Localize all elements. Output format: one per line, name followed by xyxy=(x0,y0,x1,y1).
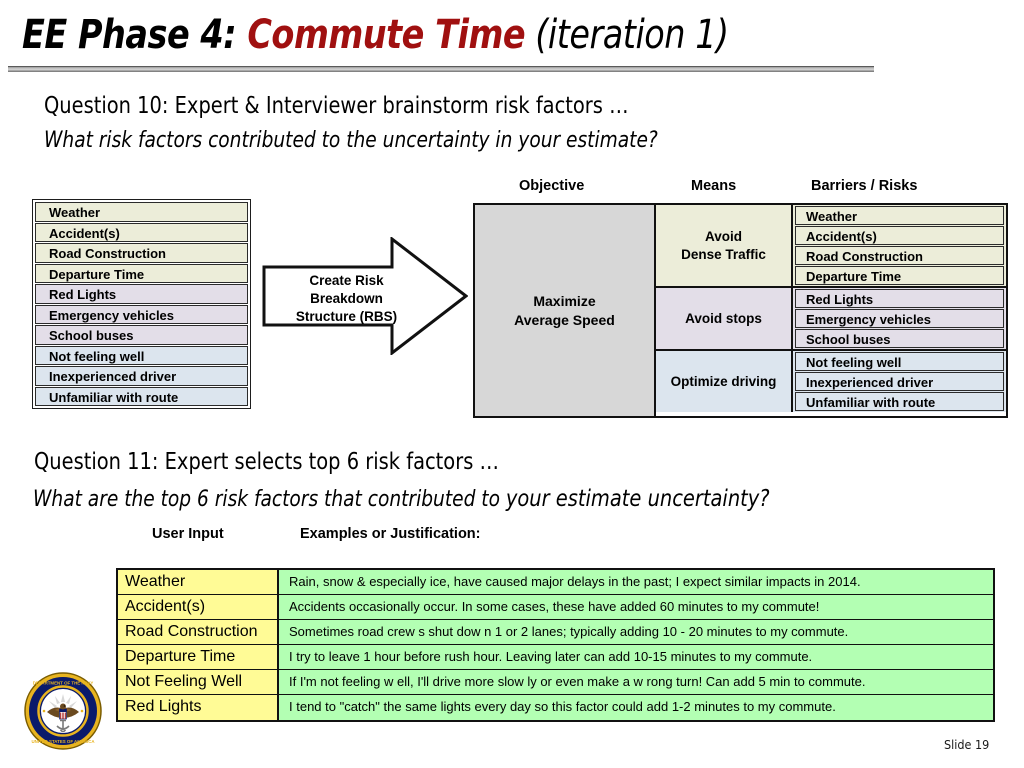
rbs-barrier-item: Accident(s) xyxy=(795,226,1004,245)
title-divider xyxy=(8,66,874,72)
question-11-heading: Question 11: Expert selects top 6 risk f… xyxy=(34,449,499,475)
table-row: Red Lights I tend to "catch" the same lig… xyxy=(118,695,993,720)
rbs-objective-cell: Maximize Average Speed xyxy=(475,205,656,416)
justification-text-cell: Accidents occasionally occur. In some ca… xyxy=(279,595,993,620)
risk-list-item: Unfamiliar with route xyxy=(35,386,248,406)
risk-list-item: Weather xyxy=(35,202,248,222)
question-11-subheading-plain: What are the top 6 risk factors that con… xyxy=(33,487,506,512)
rbs-objective-line-1: Maximize xyxy=(533,292,596,309)
top-risk-justification-table: Weather Rain, snow & especially ice, have… xyxy=(116,568,995,722)
justification-header-examples: Examples or Justification: xyxy=(300,526,481,542)
question-10-subheading: What risk factors contributed to the unc… xyxy=(44,128,658,153)
arrow-label-line-1: Create Risk xyxy=(309,273,384,288)
risk-breakdown-structure-table: Maximize Average Speed Avoid Dense Traffi… xyxy=(473,203,1008,418)
table-row: Weather Rain, snow & especially ice, have… xyxy=(118,570,993,595)
justification-factor-cell: Not Feeling Well xyxy=(118,670,279,695)
rbs-means-line-1: Avoid stops xyxy=(685,310,762,326)
rbs-barriers-cell: Weather Accident(s) Road Construction Depar… xyxy=(793,205,1006,286)
rbs-objective-line-2: Average Speed xyxy=(514,311,615,328)
rbs-group: Avoid Dense Traffic Weather Accident(s) Road… xyxy=(656,205,1006,288)
rbs-means-line-1: Avoid xyxy=(704,228,742,244)
justification-text-cell: Rain, snow & especially ice, have caused… xyxy=(279,570,993,595)
justification-text-cell: I try to leave 1 hour before rush hour. … xyxy=(279,645,993,670)
table-row: Accident(s) Accidents occasionally occur.… xyxy=(118,595,993,620)
title-prefix: EE Phase 4: xyxy=(22,12,248,58)
rbs-barrier-item: Departure Time xyxy=(795,266,1004,285)
slide-title-bar: EE Phase 4: Commute Time (iteration 1) xyxy=(0,0,1024,76)
rbs-barrier-item: Emergency vehicles xyxy=(795,309,1004,328)
justification-factor-cell: Weather xyxy=(118,570,279,595)
title-suffix: (iteration 1) xyxy=(525,12,729,58)
rbs-means-cell: Avoid stops xyxy=(656,288,793,349)
table-row: Not Feeling Well If I'm not feeling w ell… xyxy=(118,670,993,695)
risk-list-item: Red Lights xyxy=(35,284,248,304)
justification-factor-cell: Departure Time xyxy=(118,645,279,670)
justification-text-cell: Sometimes road crew s shut dow n 1 or 2 … xyxy=(279,620,993,645)
rbs-barrier-item: Not feeling well xyxy=(795,352,1004,371)
justification-header-user-input: User Input xyxy=(152,526,224,542)
title-accent: Commute Time xyxy=(247,12,526,58)
rbs-group: Optimize driving Not feeling well Inexperi… xyxy=(656,351,1006,412)
svg-text:DEPARTMENT OF THE NAVY: DEPARTMENT OF THE NAVY xyxy=(33,681,94,686)
svg-text:UNITED STATES OF AMERICA: UNITED STATES OF AMERICA xyxy=(31,739,95,744)
risk-list-item: Departure Time xyxy=(35,263,248,283)
rbs-means-cell: Avoid Dense Traffic xyxy=(656,205,793,286)
rbs-means-line-1: Optimize driving xyxy=(670,373,777,389)
rbs-barrier-item: Road Construction xyxy=(795,246,1004,265)
justification-factor-cell: Road Construction xyxy=(118,620,279,645)
rbs-barrier-item: Weather xyxy=(795,206,1004,225)
rbs-group: Avoid stops Red Lights Emergency vehicles S… xyxy=(656,288,1006,351)
rbs-groups-container: Avoid Dense Traffic Weather Accident(s) Road… xyxy=(656,205,1006,416)
risk-list-item: Not feeling well xyxy=(35,345,248,365)
question-11-subheading-emphasis: your estimate uncertainty? xyxy=(505,486,770,512)
arrow-label: Create Risk Breakdown Structure (RBS) xyxy=(264,272,429,326)
risk-list-item: Accident(s) xyxy=(35,222,248,242)
question-11-subheading: What are the top 6 risk factors that con… xyxy=(33,486,770,512)
risk-list-item: Road Construction xyxy=(35,243,248,263)
rbs-barrier-item: Inexperienced driver xyxy=(795,372,1004,391)
brainstormed-risk-list: Weather Accident(s) Road Construction Depar… xyxy=(32,199,251,409)
rbs-header-objective: Objective xyxy=(519,178,585,194)
rbs-header-barriers: Barriers / Risks xyxy=(811,178,918,194)
rbs-barrier-item: School buses xyxy=(795,329,1004,348)
rbs-barriers-cell: Red Lights Emergency vehicles School buses xyxy=(793,288,1006,349)
table-row: Departure Time I try to leave 1 hour befo… xyxy=(118,645,993,670)
rbs-barriers-cell: Not feeling well Inexperienced driver Unfa… xyxy=(793,351,1006,412)
table-row: Road Construction Sometimes road crew s s… xyxy=(118,620,993,645)
rbs-header-means: Means xyxy=(691,178,737,194)
question-10-heading: Question 10: Expert & Interviewer brains… xyxy=(44,93,629,119)
page-title: EE Phase 4: Commute Time (iteration 1) xyxy=(22,12,729,58)
slide-number: Slide 19 xyxy=(944,737,990,752)
risk-list-item: School buses xyxy=(35,325,248,345)
risk-list-item: Emergency vehicles xyxy=(35,304,248,324)
justification-text-cell: I tend to "catch" the same lights every … xyxy=(279,695,993,720)
arrow-label-line-3: Structure (RBS) xyxy=(295,309,398,324)
rbs-means-cell: Optimize driving xyxy=(656,351,793,412)
rbs-barrier-item: Unfamiliar with route xyxy=(795,392,1004,411)
justification-factor-cell: Red Lights xyxy=(118,695,279,720)
rbs-means-line-2: Dense Traffic xyxy=(681,246,766,262)
rbs-barrier-item: Red Lights xyxy=(795,289,1004,308)
navy-seal-icon: DEPARTMENT OF THE NAVY UNITED STATES OF … xyxy=(24,672,102,750)
arrow-label-line-2: Breakdown xyxy=(310,291,383,306)
risk-list-item: Inexperienced driver xyxy=(35,366,248,386)
justification-text-cell: If I'm not feeling w ell, I'll drive mor… xyxy=(279,670,993,695)
justification-factor-cell: Accident(s) xyxy=(118,595,279,620)
